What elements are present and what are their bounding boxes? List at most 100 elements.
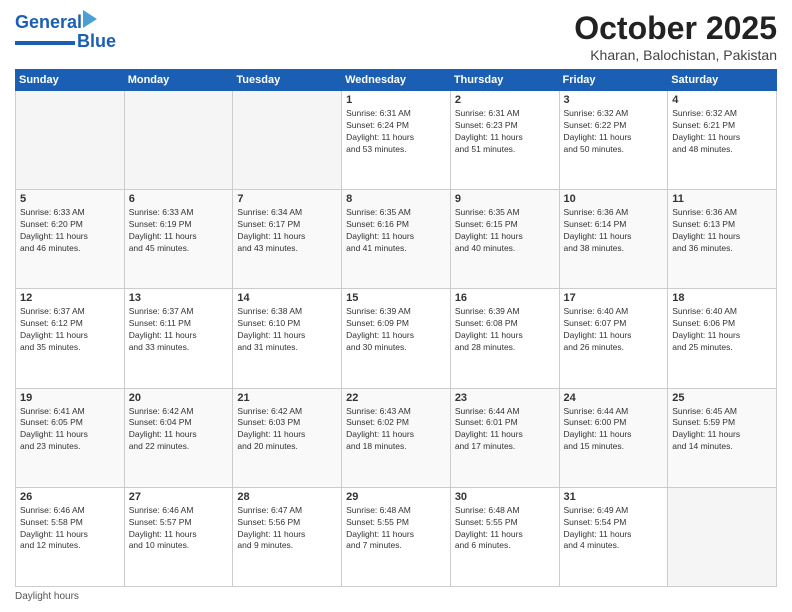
- day-info: Sunrise: 6:41 AM Sunset: 6:05 PM Dayligh…: [20, 406, 120, 454]
- day-info: Sunrise: 6:45 AM Sunset: 5:59 PM Dayligh…: [672, 406, 772, 454]
- header-sunday: Sunday: [16, 70, 125, 91]
- header-wednesday: Wednesday: [342, 70, 451, 91]
- table-row: 25 Sunrise: 6:45 AM Sunset: 5:59 PM Dayli…: [668, 388, 777, 487]
- day-info: Sunrise: 6:36 AM Sunset: 6:13 PM Dayligh…: [672, 207, 772, 255]
- table-row: 16Sunrise: 6:39 AM Sunset: 6:08 PM Dayli…: [450, 289, 559, 388]
- day-info: Sunrise: 6:39 AM Sunset: 6:08 PM Dayligh…: [455, 306, 555, 354]
- day-number: 17: [564, 292, 664, 304]
- header: General Blue October 2025 Kharan, Baloch…: [15, 10, 777, 63]
- day-info: Sunrise: 6:36 AM Sunset: 6:14 PM Dayligh…: [564, 207, 664, 255]
- table-row: 2 Sunrise: 6:31 AM Sunset: 6:23 PM Daylig…: [450, 91, 559, 190]
- calendar-row: 1Sunrise: 6:31 AM Sunset: 6:24 PM Daylig…: [16, 91, 777, 190]
- table-row: 22 Sunrise: 6:43 AM Sunset: 6:02 PM Dayli…: [342, 388, 451, 487]
- day-info: Sunrise: 6:35 AM Sunset: 6:16 PM Dayligh…: [346, 207, 446, 255]
- table-row: [233, 91, 342, 190]
- day-info: Sunrise: 6:46 AM Sunset: 5:58 PM Dayligh…: [20, 505, 120, 553]
- day-info: Sunrise: 6:47 AM Sunset: 5:56 PM Dayligh…: [237, 505, 337, 553]
- day-number: 12: [20, 292, 120, 304]
- day-info: Sunrise: 6:37 AM Sunset: 6:11 PM Dayligh…: [129, 306, 229, 354]
- day-number: 9: [455, 193, 555, 205]
- day-info: Sunrise: 6:32 AM Sunset: 6:21 PM Dayligh…: [672, 108, 772, 156]
- day-info: Sunrise: 6:34 AM Sunset: 6:17 PM Dayligh…: [237, 207, 337, 255]
- day-info: Sunrise: 6:48 AM Sunset: 5:55 PM Dayligh…: [455, 505, 555, 553]
- day-number: 11: [672, 193, 772, 205]
- calendar-row: 12Sunrise: 6:37 AM Sunset: 6:12 PM Dayli…: [16, 289, 777, 388]
- table-row: 24 Sunrise: 6:44 AM Sunset: 6:00 PM Dayli…: [559, 388, 668, 487]
- table-row: 23 Sunrise: 6:44 AM Sunset: 6:01 PM Dayli…: [450, 388, 559, 487]
- day-number: 3: [564, 94, 664, 106]
- table-row: [124, 91, 233, 190]
- table-row: 19 Sunrise: 6:41 AM Sunset: 6:05 PM Dayli…: [16, 388, 125, 487]
- day-number: 13: [129, 292, 229, 304]
- day-number: 30: [455, 491, 555, 503]
- day-info: Sunrise: 6:44 AM Sunset: 6:01 PM Dayligh…: [455, 406, 555, 454]
- logo-text: General: [15, 13, 82, 31]
- day-number: 2: [455, 94, 555, 106]
- table-row: 1Sunrise: 6:31 AM Sunset: 6:24 PM Daylig…: [342, 91, 451, 190]
- table-row: 4 Sunrise: 6:32 AM Sunset: 6:21 PM Daylig…: [668, 91, 777, 190]
- header-friday: Friday: [559, 70, 668, 91]
- table-row: 18Sunrise: 6:40 AM Sunset: 6:06 PM Dayli…: [668, 289, 777, 388]
- logo-arrow-icon: [83, 10, 97, 33]
- day-number: 22: [346, 392, 446, 404]
- day-info: Sunrise: 6:32 AM Sunset: 6:22 PM Dayligh…: [564, 108, 664, 156]
- location-title: Kharan, Balochistan, Pakistan: [574, 47, 777, 63]
- table-row: 31 Sunrise: 6:49 AM Sunset: 5:54 PM Dayli…: [559, 487, 668, 586]
- day-info: Sunrise: 6:35 AM Sunset: 6:15 PM Dayligh…: [455, 207, 555, 255]
- page: General Blue October 2025 Kharan, Baloch…: [0, 0, 792, 612]
- day-number: 26: [20, 491, 120, 503]
- day-number: 19: [20, 392, 120, 404]
- day-info: Sunrise: 6:49 AM Sunset: 5:54 PM Dayligh…: [564, 505, 664, 553]
- day-number: 29: [346, 491, 446, 503]
- day-info: Sunrise: 6:44 AM Sunset: 6:00 PM Dayligh…: [564, 406, 664, 454]
- day-number: 25: [672, 392, 772, 404]
- day-info: Sunrise: 6:33 AM Sunset: 6:20 PM Dayligh…: [20, 207, 120, 255]
- table-row: 7 Sunrise: 6:34 AM Sunset: 6:17 PM Daylig…: [233, 190, 342, 289]
- title-block: October 2025 Kharan, Balochistan, Pakist…: [574, 10, 777, 63]
- day-info: Sunrise: 6:38 AM Sunset: 6:10 PM Dayligh…: [237, 306, 337, 354]
- month-title: October 2025: [574, 10, 777, 47]
- table-row: 26 Sunrise: 6:46 AM Sunset: 5:58 PM Dayli…: [16, 487, 125, 586]
- table-row: [16, 91, 125, 190]
- day-info: Sunrise: 6:40 AM Sunset: 6:06 PM Dayligh…: [672, 306, 772, 354]
- table-row: 14Sunrise: 6:38 AM Sunset: 6:10 PM Dayli…: [233, 289, 342, 388]
- day-info: Sunrise: 6:48 AM Sunset: 5:55 PM Dayligh…: [346, 505, 446, 553]
- table-row: 5Sunrise: 6:33 AM Sunset: 6:20 PM Daylig…: [16, 190, 125, 289]
- table-row: 13 Sunrise: 6:37 AM Sunset: 6:11 PM Dayli…: [124, 289, 233, 388]
- table-row: 20Sunrise: 6:42 AM Sunset: 6:04 PM Dayli…: [124, 388, 233, 487]
- calendar-row: 26 Sunrise: 6:46 AM Sunset: 5:58 PM Dayli…: [16, 487, 777, 586]
- table-row: [668, 487, 777, 586]
- footer: Daylight hours: [15, 591, 777, 602]
- table-row: 29 Sunrise: 6:48 AM Sunset: 5:55 PM Dayli…: [342, 487, 451, 586]
- calendar-row: 19 Sunrise: 6:41 AM Sunset: 6:05 PM Dayli…: [16, 388, 777, 487]
- logo-general: General: [15, 12, 82, 32]
- header-tuesday: Tuesday: [233, 70, 342, 91]
- table-row: 9 Sunrise: 6:35 AM Sunset: 6:15 PM Daylig…: [450, 190, 559, 289]
- header-monday: Monday: [124, 70, 233, 91]
- logo-blue-label: Blue: [77, 31, 116, 52]
- day-info: Sunrise: 6:43 AM Sunset: 6:02 PM Dayligh…: [346, 406, 446, 454]
- day-number: 28: [237, 491, 337, 503]
- logo: General Blue: [15, 10, 116, 52]
- table-row: 30 Sunrise: 6:48 AM Sunset: 5:55 PM Dayli…: [450, 487, 559, 586]
- daylight-label: Daylight hours: [15, 591, 79, 602]
- weekday-header-row: Sunday Monday Tuesday Wednesday Thursday…: [16, 70, 777, 91]
- table-row: 27Sunrise: 6:46 AM Sunset: 5:57 PM Dayli…: [124, 487, 233, 586]
- logo-blue-bar: [15, 41, 75, 45]
- day-info: Sunrise: 6:40 AM Sunset: 6:07 PM Dayligh…: [564, 306, 664, 354]
- day-number: 23: [455, 392, 555, 404]
- header-saturday: Saturday: [668, 70, 777, 91]
- table-row: 3 Sunrise: 6:32 AM Sunset: 6:22 PM Daylig…: [559, 91, 668, 190]
- day-info: Sunrise: 6:31 AM Sunset: 6:23 PM Dayligh…: [455, 108, 555, 156]
- day-number: 1: [346, 94, 446, 106]
- day-number: 31: [564, 491, 664, 503]
- table-row: 6Sunrise: 6:33 AM Sunset: 6:19 PM Daylig…: [124, 190, 233, 289]
- day-number: 24: [564, 392, 664, 404]
- calendar-table: Sunday Monday Tuesday Wednesday Thursday…: [15, 69, 777, 587]
- table-row: 10Sunrise: 6:36 AM Sunset: 6:14 PM Dayli…: [559, 190, 668, 289]
- day-number: 7: [237, 193, 337, 205]
- table-row: 12Sunrise: 6:37 AM Sunset: 6:12 PM Dayli…: [16, 289, 125, 388]
- day-number: 21: [237, 392, 337, 404]
- calendar-row: 5Sunrise: 6:33 AM Sunset: 6:20 PM Daylig…: [16, 190, 777, 289]
- day-number: 4: [672, 94, 772, 106]
